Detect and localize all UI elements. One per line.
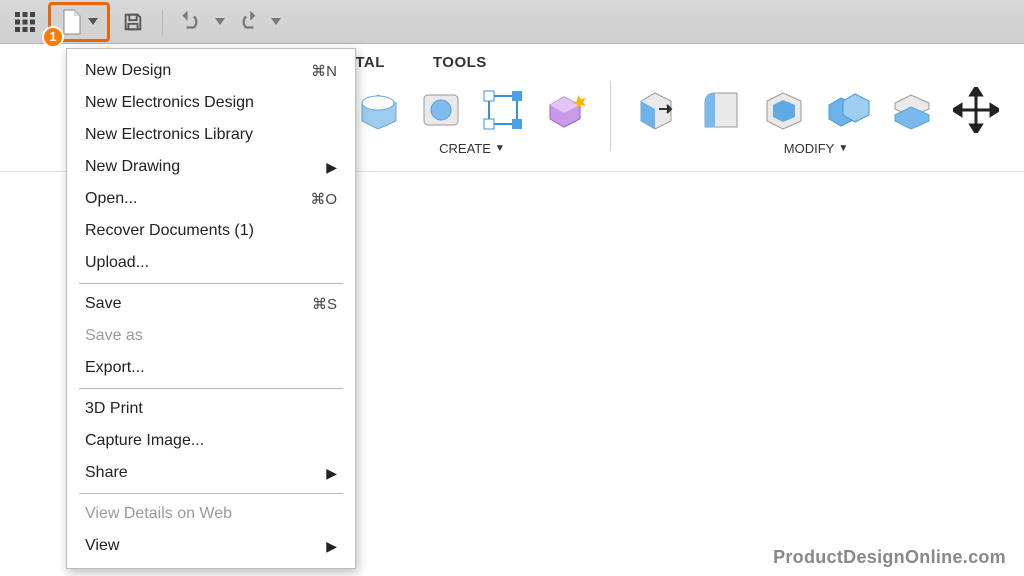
file-menu-button[interactable]: 1 — [48, 2, 110, 42]
separator — [162, 9, 163, 35]
chevron-down-icon — [88, 18, 98, 26]
chevron-right-icon: ▶ — [326, 159, 337, 176]
menu-new-electronics-library[interactable]: New Electronics Library — [67, 119, 355, 151]
tool-shell-icon[interactable] — [755, 81, 813, 139]
menu-view[interactable]: View▶ — [67, 530, 355, 562]
menu-save[interactable]: Save⌘S — [67, 288, 355, 320]
chevron-right-icon: ▶ — [326, 465, 337, 482]
menu-separator — [79, 493, 343, 494]
menu-3d-print[interactable]: 3D Print — [67, 393, 355, 425]
menu-new-electronics-design[interactable]: New Electronics Design — [67, 87, 355, 119]
create-label[interactable]: CREATE▼ — [439, 141, 505, 156]
tool-presspull-icon[interactable] — [627, 81, 685, 139]
redo-button[interactable] — [231, 5, 265, 39]
menu-view-details-web: View Details on Web — [67, 498, 355, 530]
menu-save-as: Save as — [67, 320, 355, 352]
apps-grid-icon[interactable] — [8, 5, 42, 39]
tool-cylinder-icon[interactable] — [412, 81, 470, 139]
quick-access-toolbar: 1 — [0, 0, 1024, 44]
separator — [610, 81, 611, 151]
modify-label[interactable]: MODIFY▼ — [784, 141, 848, 156]
tool-split-icon[interactable] — [883, 81, 941, 139]
tool-component-icon[interactable] — [536, 81, 594, 139]
tool-move-icon[interactable] — [947, 81, 1005, 139]
menu-export[interactable]: Export... — [67, 352, 355, 384]
chevron-down-icon[interactable] — [215, 18, 225, 26]
tool-box-icon[interactable] — [350, 81, 408, 139]
menu-separator — [79, 283, 343, 284]
menu-new-design[interactable]: New Design⌘N — [67, 55, 355, 87]
menu-recover-documents[interactable]: Recover Documents (1) — [67, 215, 355, 247]
chevron-right-icon: ▶ — [326, 538, 337, 555]
tool-combine-icon[interactable] — [819, 81, 877, 139]
menu-open[interactable]: Open...⌘O — [67, 183, 355, 215]
menu-capture-image[interactable]: Capture Image... — [67, 425, 355, 457]
tool-fillet-icon[interactable] — [691, 81, 749, 139]
save-icon[interactable] — [116, 5, 150, 39]
chevron-down-icon[interactable] — [271, 18, 281, 26]
modify-group: MODIFY▼ — [627, 81, 1005, 156]
menu-share[interactable]: Share▶ — [67, 457, 355, 489]
create-group: CREATE▼ — [350, 81, 594, 156]
menu-separator — [79, 388, 343, 389]
tab-tools[interactable]: TOOLS — [431, 50, 489, 75]
menu-upload[interactable]: Upload... — [67, 247, 355, 279]
undo-button[interactable] — [175, 5, 209, 39]
file-menu: New Design⌘N New Electronics Design New … — [66, 48, 356, 569]
menu-new-drawing[interactable]: New Drawing▶ — [67, 151, 355, 183]
tool-nodes-icon[interactable] — [474, 81, 532, 139]
watermark: ProductDesignOnline.com — [773, 547, 1006, 568]
